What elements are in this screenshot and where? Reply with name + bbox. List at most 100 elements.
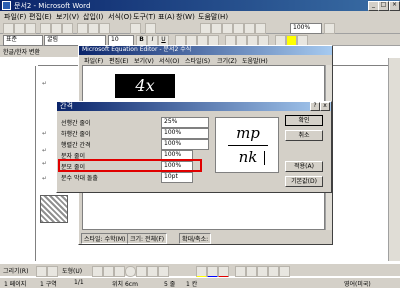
eq-menu-file[interactable]: 파일(F) [84, 56, 103, 65]
status-section: 1 구역 [40, 281, 57, 288]
textbox-icon[interactable] [136, 266, 147, 277]
equation-menu-bar: 파일(F) 편집(E) 보기(V) 서식(O) 스타일(S) 크기(Z) 도움말… [79, 55, 332, 65]
spacing-preview-box: mp nk [215, 117, 279, 173]
save-icon[interactable] [25, 23, 36, 34]
row-label-row-spacing: 하행간 줄이 [61, 131, 91, 138]
help-icon[interactable] [324, 23, 335, 34]
style-select[interactable]: 표준 [3, 35, 43, 46]
status-line: 5 줄 [164, 281, 176, 288]
status-column: 1 칸 [186, 281, 198, 288]
dialog-help-button[interactable]: ? [310, 102, 320, 111]
selected-object[interactable] [40, 195, 68, 223]
paragraph-mark: ↵ [42, 175, 48, 182]
open-icon[interactable] [14, 23, 25, 34]
new-icon[interactable] [3, 23, 14, 34]
drawing-toolbar: 그리기(R) 도형(U) [0, 263, 400, 278]
row-label-matrix-spacing: 행렬간 간격 [61, 142, 91, 149]
print-icon[interactable] [40, 23, 51, 34]
zoom-select[interactable]: 100% [290, 23, 322, 34]
show-hide-icon[interactable] [255, 23, 266, 34]
rectangle-icon[interactable] [114, 266, 125, 277]
redo-icon[interactable] [145, 23, 156, 34]
menu-view[interactable]: 보기(V) [56, 12, 79, 22]
eq-menu-format[interactable]: 서식(O) [159, 56, 179, 65]
hangul-hanja-button[interactable]: 한글/한자 변환 [3, 47, 40, 56]
dash-style-icon[interactable] [246, 266, 257, 277]
autoshapes-button[interactable]: 도형(U) [62, 266, 82, 275]
arrow-icon[interactable] [103, 266, 114, 277]
3d-icon[interactable] [279, 266, 290, 277]
eq-menu-edit[interactable]: 편집(E) [109, 56, 129, 65]
menu-insert[interactable]: 삽입(I) [83, 12, 103, 22]
cancel-button[interactable]: 취소 [285, 130, 323, 141]
maximize-button[interactable]: □ [378, 1, 389, 11]
select-objects-icon[interactable] [36, 266, 47, 277]
hangul-toolbar: 한글/한자 변환 [0, 46, 80, 57]
default-button[interactable]: 기본값(D) [285, 176, 323, 187]
line-style-icon[interactable] [235, 266, 246, 277]
menu-help[interactable]: 도움말(H) [198, 12, 228, 22]
eq-menu-help[interactable]: 도움말(H) [242, 56, 268, 65]
paste-icon[interactable] [99, 23, 110, 34]
spacing-dialog: 간격 ? x 선행간 줄이 25% 하행간 줄이 100% 행렬간 간격 100… [56, 101, 332, 193]
close-button[interactable]: × [389, 1, 400, 11]
menu-table[interactable]: 표(A) [158, 12, 175, 22]
eq-status-size: 크기: 전체(F) [127, 233, 168, 244]
status-position: 위치 6cm [112, 281, 138, 288]
paragraph-mark: ↵ [42, 147, 48, 154]
row-spacing-input[interactable]: 100% [161, 128, 209, 139]
free-rotate-icon[interactable] [47, 266, 58, 277]
preview-icon[interactable] [51, 23, 62, 34]
paragraph-mark: ↵ [42, 80, 48, 87]
eq-status-zoom: 확대/축소: [179, 233, 212, 244]
cut-icon[interactable] [77, 23, 88, 34]
shadow-icon[interactable] [268, 266, 279, 277]
vertical-scrollbar[interactable] [388, 58, 400, 261]
eq-menu-style[interactable]: 스타일(S) [185, 56, 210, 65]
status-language: 영어(미국) [344, 281, 371, 288]
equation-status-bar: 스타일: 수학(M) 크기: 전체(F) 확대/축소: [79, 232, 332, 244]
menu-window[interactable]: 창(W) [176, 12, 195, 22]
spelling-icon[interactable] [62, 23, 73, 34]
menu-tools[interactable]: 도구(T) [133, 12, 156, 22]
spacing-dialog-title: 간격 [60, 102, 73, 110]
clipart-icon[interactable] [158, 266, 169, 277]
arrow-style-icon[interactable] [257, 266, 268, 277]
line-icon[interactable] [92, 266, 103, 277]
menu-format[interactable]: 서식(O) [108, 12, 132, 22]
excel-icon[interactable] [211, 23, 222, 34]
columns-icon[interactable] [222, 23, 233, 34]
line-spacing-input[interactable]: 25% [161, 117, 209, 128]
status-pages: 1/1 [74, 279, 84, 286]
standard-toolbar: 100% [0, 22, 400, 34]
wordart-icon[interactable] [147, 266, 158, 277]
preview-numerator: mp [236, 124, 260, 142]
dialog-close-button[interactable]: x [320, 102, 330, 111]
menu-edit[interactable]: 편집(E) [29, 12, 52, 22]
doc-map-icon[interactable] [244, 23, 255, 34]
copy-icon[interactable] [88, 23, 99, 34]
ok-button[interactable]: 확인 [285, 115, 323, 126]
menu-file[interactable]: 파일(F) [4, 12, 26, 22]
undo-icon[interactable] [130, 23, 141, 34]
spacing-dialog-title-bar: 간격 ? x [57, 102, 331, 111]
paragraph-mark: ↵ [42, 160, 48, 167]
eq-status-style: 스타일: 수학(M) [81, 233, 129, 244]
row-label-fraction-bar-overhang: 분수 막대 돌출 [61, 175, 98, 182]
drawing-icon[interactable] [233, 23, 244, 34]
preview-denominator: nk [238, 148, 258, 166]
fraction-bar-overhang-input[interactable]: 10pt [161, 172, 193, 183]
matrix-spacing-input[interactable]: 100% [161, 139, 209, 150]
eq-menu-view[interactable]: 보기(V) [134, 56, 154, 65]
eq-menu-size[interactable]: 크기(Z) [217, 56, 237, 65]
oval-icon[interactable] [125, 266, 136, 277]
table-icon[interactable] [200, 23, 211, 34]
vertical-ruler [28, 66, 36, 261]
paragraph-mark: ↵ [42, 130, 48, 137]
title-bar: 문서2 - Microsoft Word _ □ × [0, 0, 400, 11]
apply-button[interactable]: 적용(A) [285, 161, 323, 172]
preview-spacing-marker [264, 151, 265, 165]
highlight-box [58, 159, 202, 172]
draw-menu-button[interactable]: 그리기(R) [3, 266, 28, 275]
row-label-line-spacing: 선행간 줄이 [61, 120, 91, 127]
